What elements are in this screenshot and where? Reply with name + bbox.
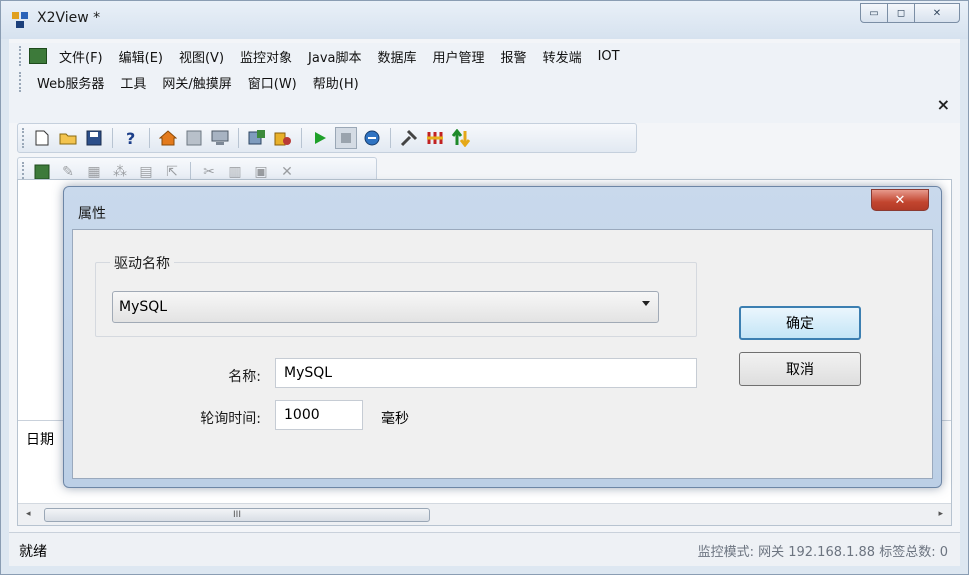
menu-view[interactable]: 视图(V)	[171, 45, 232, 68]
ok-button[interactable]: 确定	[739, 306, 861, 340]
menu-help[interactable]: 帮助(H)	[305, 71, 367, 94]
poll-time-unit: 毫秒	[381, 411, 409, 427]
maximize-button[interactable]: ◻	[887, 3, 915, 23]
dialog-title: 属性	[78, 206, 106, 222]
transfer-icon[interactable]	[450, 127, 472, 149]
poll-time-field[interactable]: 1000	[275, 400, 363, 430]
status-ready-text: 就绪	[19, 544, 47, 560]
scroll-right-arrow-icon[interactable]: ▸	[938, 509, 943, 519]
play-icon[interactable]	[309, 127, 331, 149]
menu-window[interactable]: 窗口(W)	[240, 71, 305, 94]
menu-grip	[19, 72, 23, 92]
title-bar: X2View * ▭ ◻ ✕	[1, 1, 968, 39]
config-icon[interactable]	[246, 127, 268, 149]
tile-icon[interactable]	[183, 127, 205, 149]
menu-user-management[interactable]: 用户管理	[425, 45, 493, 68]
menu-row-2: Web服务器 工具 网关/触摸屏 窗口(W) 帮助(H)	[19, 69, 367, 95]
close-button[interactable]: ✕	[914, 3, 960, 23]
menu-edit[interactable]: 编辑(E)	[111, 45, 171, 68]
app-icon	[12, 12, 28, 28]
tools-icon[interactable]	[398, 127, 420, 149]
menu-file[interactable]: 文件(F)	[51, 45, 111, 68]
window-title: X2View *	[37, 10, 101, 26]
menu-web-server[interactable]: Web服务器	[29, 71, 112, 94]
menu-iot[interactable]: IOT	[590, 47, 628, 66]
help-icon[interactable]: ?	[120, 127, 142, 149]
poll-time-label: 轮询时间:	[200, 411, 261, 427]
driver-group: 驱动名称 MySQL	[95, 253, 697, 337]
name-label: 名称:	[228, 369, 261, 385]
toolbar-separator	[301, 128, 302, 148]
cancel-button[interactable]: 取消	[739, 352, 861, 386]
dialog-close-button[interactable]: ✕	[871, 189, 929, 211]
menu-row-1: 文件(F) 编辑(E) 视图(V) 监控对象 Java脚本 数据库 用户管理 报…	[19, 43, 628, 69]
scroll-left-arrow-icon[interactable]: ◂	[26, 509, 31, 519]
scroll-thumb-grip: III	[233, 510, 241, 520]
toolbar-separator	[112, 128, 113, 148]
save-icon[interactable]	[83, 127, 105, 149]
stop-icon[interactable]	[335, 127, 357, 149]
menu-gateway-touchscreen[interactable]: 网关/触摸屏	[154, 71, 239, 94]
dialog-body: 驱动名称 MySQL 名称: MySQL 轮询时间: 1000 毫秒 确定 取消	[72, 229, 933, 479]
chevron-down-icon	[642, 301, 650, 306]
scroll-thumb[interactable]: III	[44, 508, 430, 522]
tag-icon[interactable]	[272, 127, 294, 149]
horizontal-scrollbar[interactable]: ◂ III ▸	[18, 503, 951, 525]
caption-buttons: ▭ ◻ ✕	[860, 3, 960, 29]
status-mode-text: 监控模式: 网关 192.168.1.88 标签总数: 0	[697, 545, 948, 560]
load-icon[interactable]	[424, 127, 446, 149]
menu-java-script[interactable]: Java脚本	[300, 45, 369, 68]
main-toolbar: ?	[17, 123, 637, 153]
menu-database[interactable]: 数据库	[370, 45, 425, 68]
toolbar-separator	[390, 128, 391, 148]
toolbar-grip	[22, 128, 25, 148]
driver-group-label: 驱动名称	[110, 253, 174, 273]
open-folder-icon[interactable]	[57, 127, 79, 149]
properties-dialog: 属性 ✕ 驱动名称 MySQL 名称: MySQL 轮询时间: 1000 毫秒 …	[63, 186, 942, 488]
menu-monitor-object[interactable]: 监控对象	[232, 45, 300, 68]
svg-text:?: ?	[126, 129, 135, 147]
home-icon[interactable]	[157, 127, 179, 149]
name-field[interactable]: MySQL	[275, 358, 697, 388]
menu-grip	[19, 46, 23, 66]
new-file-icon[interactable]	[31, 127, 53, 149]
log-date-column: 日期	[26, 432, 54, 448]
monitor-icon[interactable]	[209, 127, 231, 149]
driver-select[interactable]: MySQL	[112, 291, 659, 323]
menu-bar: 文件(F) 编辑(E) 视图(V) 监控对象 Java脚本 数据库 用户管理 报…	[9, 43, 960, 123]
status-bar: 就绪 监控模式: 网关 192.168.1.88 标签总数: 0	[9, 532, 960, 566]
mdi-child-icon	[29, 48, 47, 64]
menu-tools[interactable]: 工具	[112, 71, 154, 94]
driver-select-value: MySQL	[119, 299, 168, 315]
toolbar-separator	[149, 128, 150, 148]
minimize-button[interactable]: ▭	[860, 3, 888, 23]
mdi-close-button[interactable]: ×	[937, 95, 950, 114]
refresh-icon[interactable]	[361, 127, 383, 149]
menu-forwarder[interactable]: 转发端	[535, 45, 590, 68]
menu-alarm[interactable]: 报警	[493, 45, 535, 68]
toolbar-separator	[238, 128, 239, 148]
